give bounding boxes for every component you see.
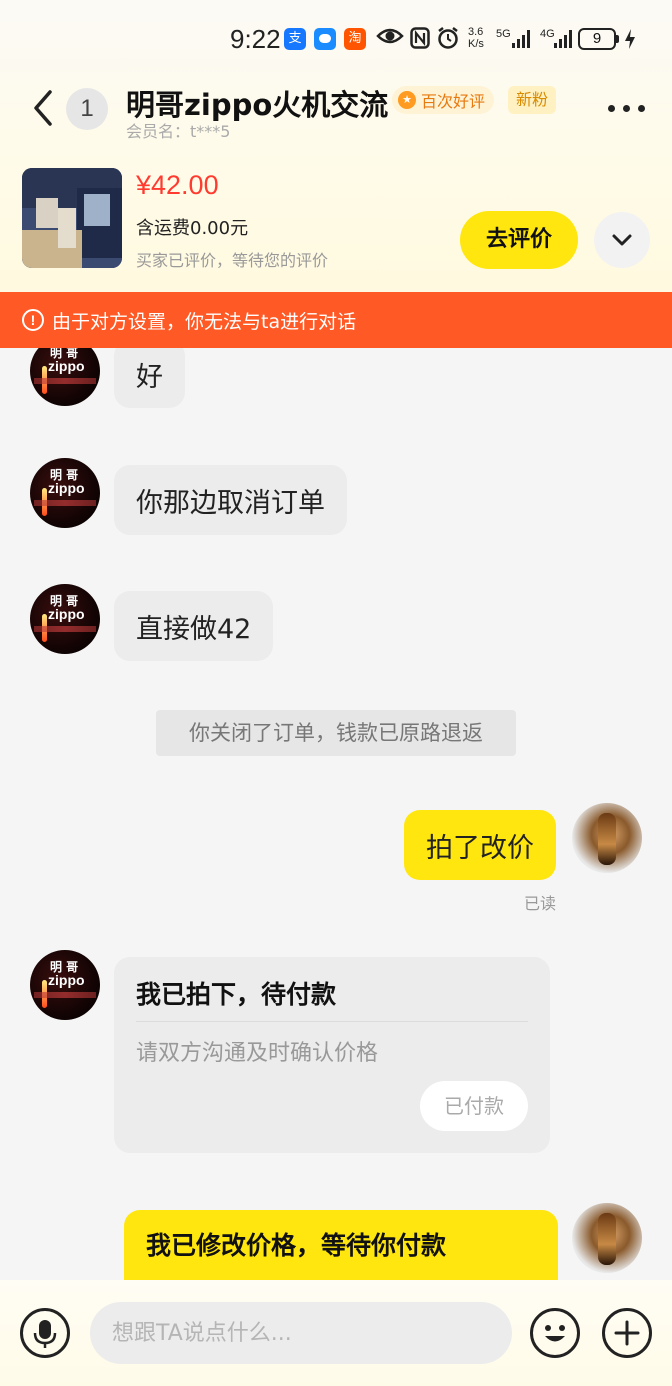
signal-5g-label: 5G [496,28,511,40]
plus-icon [614,1320,640,1346]
chat-message-list[interactable]: 明 哥 zippo 好 明 哥 zippo 你那边取消订单 明 哥 zippo … [0,348,672,1280]
input-bar [0,1280,672,1386]
net-speed-value: 3.6 [468,26,484,38]
message-input[interactable] [90,1302,512,1364]
price-modified-card[interactable]: 我已修改价格，等待你付款 [124,1210,558,1280]
seller-avatar[interactable]: 明 哥 zippo [30,584,100,654]
signal-bars-icon [512,30,530,48]
exclamation-icon: ! [22,309,44,331]
unread-count-badge[interactable]: 1 [66,88,108,130]
chevron-down-icon [612,234,632,246]
chevron-left-icon [34,90,52,126]
back-button[interactable] [28,88,58,128]
card-title: 我已修改价格，等待你付款 [146,1231,447,1260]
product-thumbnail[interactable] [22,168,122,268]
new-fan-tag: 新粉 [508,86,557,114]
shipping-fee: 含运费0.00元 [136,218,249,239]
signal-bars-icon-2 [554,30,572,48]
member-name: 会员名：t***5 [126,122,231,141]
net-speed-unit: K/s [468,38,484,50]
write-review-button[interactable]: 去评价 [460,211,578,269]
dot-icon [638,104,645,112]
expand-product-button[interactable] [594,212,650,268]
order-placed-card[interactable]: 我已拍下，待付款 请双方沟通及时确认价格 已付款 [114,957,550,1153]
my-avatar[interactable] [572,1203,642,1273]
medal-icon: ★ [398,91,416,109]
taobao-icon: 淘 [344,28,366,50]
praise-tag-label: 百次好评 [421,92,486,111]
divider [136,1021,528,1022]
charging-icon [624,28,636,56]
my-message-bubble[interactable]: 拍了改价 [404,810,556,880]
status-bar: 9:22 支 淘 3.6 K/s 5G 4G 9 [0,0,672,78]
dot-icon [608,104,615,112]
my-avatar[interactable] [572,803,642,873]
message-bubble[interactable]: 你那边取消订单 [114,465,347,535]
signal-4g-label: 4G [540,28,555,40]
alarm-icon [436,26,460,56]
message-bubble[interactable]: 好 [114,348,185,408]
message-bubble[interactable]: 直接做42 [114,591,274,661]
system-notice: 你关闭了订单，钱款已原路退返 [156,710,516,756]
more-actions-button[interactable] [602,1308,652,1358]
seller-avatar[interactable]: 明 哥 zippo [30,348,100,406]
eye-icon [376,26,404,52]
paid-button[interactable]: 已付款 [420,1081,528,1131]
status-time: 9:22 [230,24,281,54]
card-title: 我已拍下，待付款 [136,980,337,1009]
seller-avatar[interactable]: 明 哥 zippo [30,458,100,528]
warning-text: 由于对方设置，你无法与ta进行对话 [52,310,357,333]
emoji-button[interactable] [530,1308,580,1358]
smiley-icon [545,1325,565,1342]
battery-tip [616,35,619,43]
review-status-note: 买家已评价，等待您的评价 [136,251,329,270]
seller-avatar[interactable]: 明 哥 zippo [30,950,100,1020]
battery-icon: 9 [578,28,616,50]
alipay-icon: 支 [284,28,306,50]
messenger-icon [314,28,336,50]
dot-icon [623,104,630,112]
praise-tag[interactable]: ★ 百次好评 [392,86,495,114]
card-subtitle: 请双方沟通及时确认价格 [136,1041,379,1066]
product-price: ¥42.00 [136,170,219,200]
blocked-warning-banner: ! 由于对方设置，你无法与ta进行对话 [0,292,672,348]
voice-input-button[interactable] [20,1308,70,1358]
nfc-icon [410,27,430,55]
read-receipt: 已读 [524,894,557,913]
more-options-button[interactable] [608,96,648,120]
microphone-icon [33,1320,57,1348]
